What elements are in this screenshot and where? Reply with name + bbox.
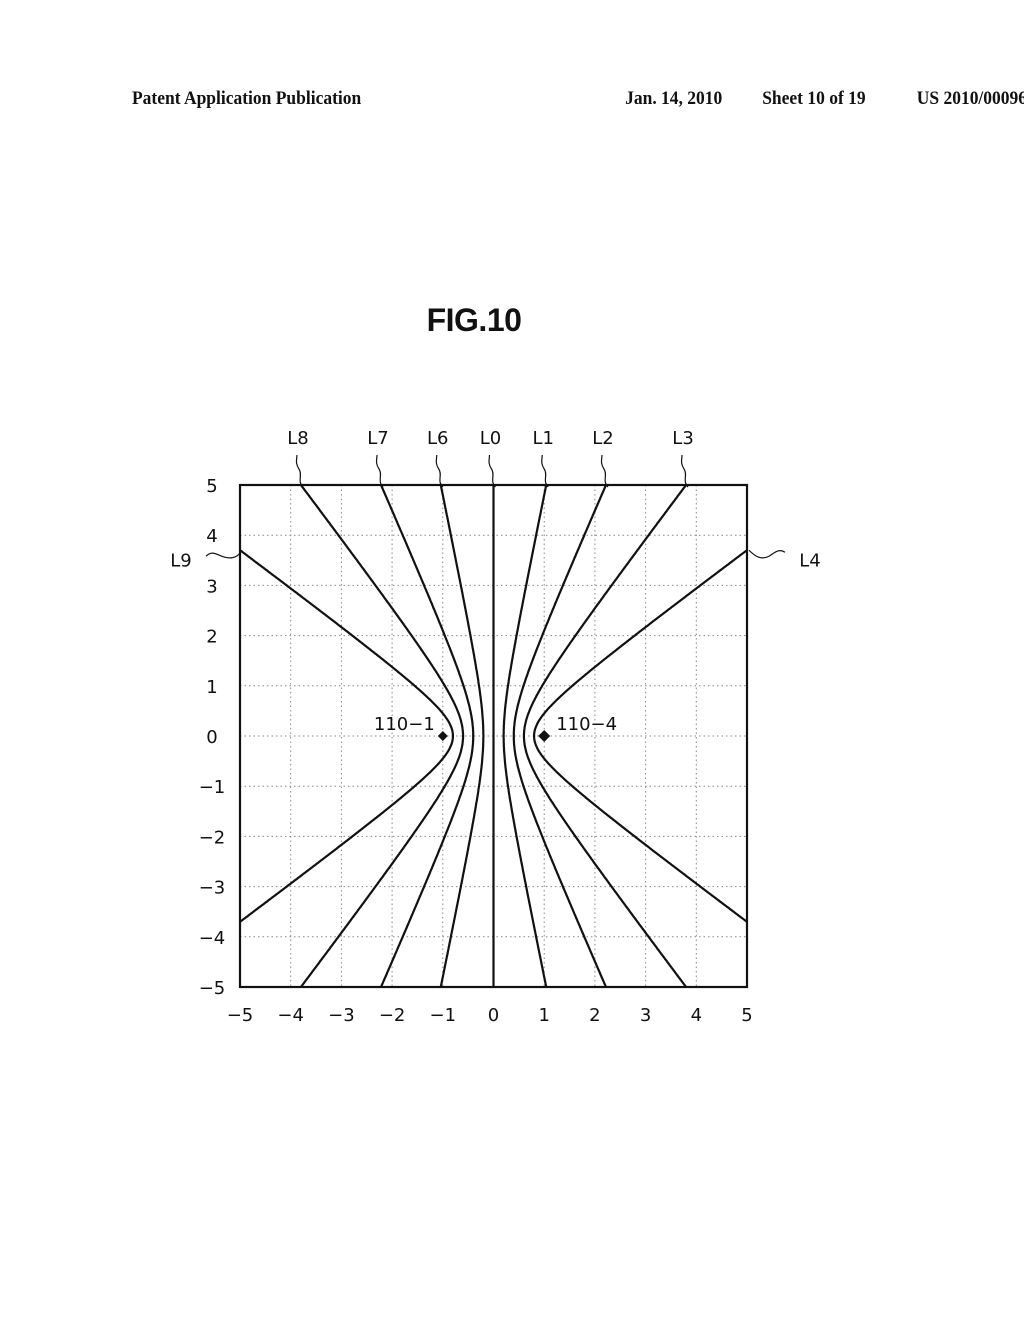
x-tick-label: −2 bbox=[379, 1005, 406, 1026]
leader-l7 bbox=[375, 454, 384, 488]
leader-l9 bbox=[205, 549, 243, 559]
curve-labels: L9 L8 L7 L6 L0 L1 L2 L3 L4 bbox=[170, 428, 820, 571]
x-tick-label: −3 bbox=[328, 1005, 355, 1026]
y-tick-label: 1 bbox=[206, 677, 217, 698]
x-tick-label: 4 bbox=[691, 1005, 702, 1026]
leader-l1 bbox=[541, 454, 549, 488]
y-tick-label: −3 bbox=[199, 878, 226, 899]
label-l1: L1 bbox=[532, 428, 553, 449]
y-tick-labels: 5 4 3 2 1 0 −1 −2 −3 −4 −5 bbox=[199, 476, 226, 999]
x-tick-label: −4 bbox=[277, 1005, 304, 1026]
x-tick-label: 5 bbox=[741, 1005, 752, 1026]
y-tick-label: −2 bbox=[199, 827, 226, 848]
y-tick-label: 3 bbox=[206, 576, 217, 597]
leader-l2 bbox=[600, 454, 609, 488]
x-tick-label: 2 bbox=[589, 1005, 600, 1026]
y-tick-label: −5 bbox=[199, 978, 226, 999]
label-l4: L4 bbox=[799, 550, 820, 571]
source-points: 110−1 110−4 bbox=[374, 714, 617, 742]
label-l3: L3 bbox=[672, 428, 693, 449]
equiphase-chart: −5 −4 −3 −2 −1 0 1 2 3 4 5 5 4 3 2 1 0 −1 −2 −3 −4 −5 L9 L8 L7… bbox=[170, 428, 820, 1026]
label-l9: L9 bbox=[170, 550, 191, 571]
x-tick-label: 0 bbox=[488, 1005, 499, 1026]
label-l0: L0 bbox=[480, 428, 501, 449]
y-tick-label: 5 bbox=[206, 476, 217, 497]
leader-l0 bbox=[488, 454, 496, 488]
leader-l8 bbox=[295, 454, 304, 488]
x-tick-label: −5 bbox=[227, 1005, 254, 1026]
x-tick-label: 1 bbox=[538, 1005, 549, 1026]
leader-l4 bbox=[748, 549, 786, 559]
y-tick-label: 2 bbox=[206, 627, 217, 648]
label-l7: L7 bbox=[367, 428, 388, 449]
leader-l3 bbox=[680, 454, 689, 488]
point-marker bbox=[437, 731, 448, 741]
x-tick-label: −1 bbox=[430, 1005, 457, 1026]
leader-l6 bbox=[435, 454, 444, 488]
x-tick-labels: −5 −4 −3 −2 −1 0 1 2 3 4 5 bbox=[227, 1005, 753, 1026]
label-l6: L6 bbox=[427, 428, 448, 449]
point-label: 110−1 bbox=[374, 714, 435, 735]
label-l2: L2 bbox=[592, 428, 613, 449]
curves bbox=[239, 484, 748, 988]
y-tick-label: −4 bbox=[199, 928, 226, 949]
curve-l7 bbox=[380, 484, 475, 988]
point-label: 110−4 bbox=[556, 714, 617, 735]
label-l8: L8 bbox=[287, 428, 308, 449]
y-tick-label: 0 bbox=[206, 727, 217, 748]
x-tick-label: 3 bbox=[640, 1005, 651, 1026]
y-tick-label: −1 bbox=[199, 777, 226, 798]
y-tick-label: 4 bbox=[206, 526, 217, 547]
point-marker bbox=[538, 730, 551, 742]
